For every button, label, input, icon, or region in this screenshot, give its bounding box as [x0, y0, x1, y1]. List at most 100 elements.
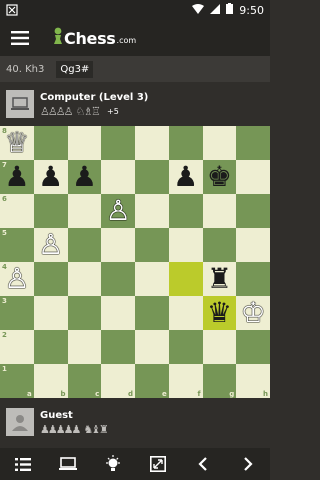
black-pawn-a7[interactable]: ♟ [0, 160, 34, 194]
square-h2[interactable] [236, 330, 270, 364]
rank-label: 5 [2, 229, 7, 237]
previous-move[interactable]: 40. Kh3 [6, 64, 44, 75]
file-label: c [95, 390, 100, 398]
square-c8[interactable] [67, 126, 102, 160]
square-h8[interactable] [236, 126, 270, 160]
hint-bulb-icon[interactable] [98, 449, 128, 479]
square-g2[interactable] [202, 330, 237, 364]
move-list-icon[interactable] [8, 449, 38, 479]
white-queen-a8[interactable]: ♕ [0, 126, 34, 160]
back-arrow-icon[interactable] [188, 449, 218, 479]
app-header: Chess .com [0, 20, 270, 56]
black-pawn-b7[interactable]: ♟ [34, 160, 68, 194]
square-b8[interactable] [33, 126, 68, 160]
square-e7[interactable] [135, 160, 169, 194]
black-pawn-c7[interactable]: ♟ [68, 160, 102, 194]
chess-com-logo: Chess .com [52, 27, 136, 49]
bottom-player-captures: ♟♟♟♟♟ ♞♝♜ [40, 422, 109, 436]
square-b2[interactable] [33, 330, 68, 364]
square-g8[interactable] [202, 126, 237, 160]
square-e8[interactable] [135, 126, 169, 160]
square-d3[interactable] [101, 296, 135, 330]
black-queen-g3[interactable]: ♛ [203, 296, 237, 330]
square-e3[interactable] [135, 296, 169, 330]
square-a1[interactable]: 1a [0, 364, 34, 398]
forward-arrow-icon[interactable] [233, 449, 263, 479]
square-g6[interactable] [202, 194, 237, 228]
square-c1[interactable]: c [67, 364, 102, 398]
hamburger-menu-icon[interactable] [0, 20, 40, 56]
square-h1[interactable]: h [236, 364, 270, 398]
square-f8[interactable] [168, 126, 203, 160]
square-d7[interactable] [101, 160, 135, 194]
flip-board-icon[interactable] [143, 449, 173, 479]
white-pawn-a4[interactable]: ♙ [0, 262, 34, 296]
square-a6[interactable]: 6 [0, 194, 34, 228]
square-b1[interactable]: b [33, 364, 68, 398]
square-f6[interactable] [168, 194, 203, 228]
square-h6[interactable] [236, 194, 270, 228]
square-h5[interactable] [236, 228, 270, 262]
logo-text: Chess [64, 28, 116, 48]
square-a3[interactable]: 3 [0, 296, 34, 330]
square-e5[interactable] [135, 228, 169, 262]
square-a5[interactable]: 5 [0, 228, 34, 262]
square-f5[interactable] [168, 228, 203, 262]
bottom-player-name: Guest [40, 409, 73, 421]
square-c4[interactable] [67, 262, 102, 296]
file-label: h [263, 390, 268, 398]
current-move[interactable]: Qg3# [56, 60, 94, 78]
black-king-g7[interactable]: ♚ [203, 160, 237, 194]
square-b3[interactable] [33, 296, 68, 330]
bottom-toolbar [0, 448, 270, 480]
square-b6[interactable] [33, 194, 68, 228]
square-c2[interactable] [67, 330, 102, 364]
square-g5[interactable] [202, 228, 237, 262]
square-d1[interactable]: d [101, 364, 135, 398]
square-b4[interactable] [33, 262, 68, 296]
computer-icon[interactable] [53, 449, 83, 479]
computer-avatar [6, 90, 34, 118]
square-e2[interactable] [135, 330, 169, 364]
captured-pieces: ♞♝♜ [83, 422, 109, 436]
white-pawn-d6[interactable]: ♙ [101, 194, 135, 228]
material-advantage: +5 [107, 106, 119, 116]
square-d2[interactable] [101, 330, 135, 364]
rank-label: 3 [2, 297, 7, 305]
move-list-bar: 40. Kh3 Qg3# [0, 56, 270, 82]
square-f3[interactable] [168, 296, 203, 330]
notification-icon [6, 4, 20, 16]
square-e6[interactable] [135, 194, 169, 228]
rank-label: 1 [2, 365, 7, 373]
white-king-h3[interactable]: ♔ [236, 296, 270, 330]
captured-pieces: ♘♗♖ [75, 104, 101, 118]
square-g1[interactable]: g [202, 364, 237, 398]
square-c5[interactable] [67, 228, 102, 262]
square-e1[interactable]: e [135, 364, 169, 398]
square-d8[interactable] [101, 126, 135, 160]
logo-suffix: .com [116, 35, 137, 45]
black-pawn-f7[interactable]: ♟ [169, 160, 203, 194]
square-c3[interactable] [67, 296, 102, 330]
captured-pawns: ♙♙♙♙ [40, 104, 73, 118]
pawn-logo-icon [52, 27, 64, 49]
square-d5[interactable] [101, 228, 135, 262]
square-a2[interactable]: 2 [0, 330, 34, 364]
square-c6[interactable] [67, 194, 102, 228]
square-f2[interactable] [168, 330, 203, 364]
black-rook-g4[interactable]: ♜ [203, 262, 237, 296]
file-label: d [127, 390, 133, 398]
top-player-name: Computer (Level 3) [40, 91, 149, 103]
top-player-captures: ♙♙♙♙ ♘♗♖ +5 [40, 106, 148, 117]
white-pawn-b5[interactable]: ♙ [34, 228, 68, 262]
square-e4[interactable] [135, 262, 169, 296]
square-h7[interactable] [236, 160, 270, 194]
chess-board[interactable]: 8 7 6 5 4 3 2 1 a b c d e f g h ♕ ♟ ♟ ♟ ♟ ♚ ♙ ♙ ♙ ♜ ♛ ♔ [0, 126, 270, 398]
file-label: e [162, 390, 167, 398]
guest-avatar [6, 408, 34, 436]
square-f4[interactable] [168, 262, 203, 296]
status-time: 9:50 [239, 3, 264, 17]
square-d4[interactable] [101, 262, 135, 296]
square-f1[interactable]: f [168, 364, 203, 398]
square-h4[interactable] [236, 262, 270, 296]
